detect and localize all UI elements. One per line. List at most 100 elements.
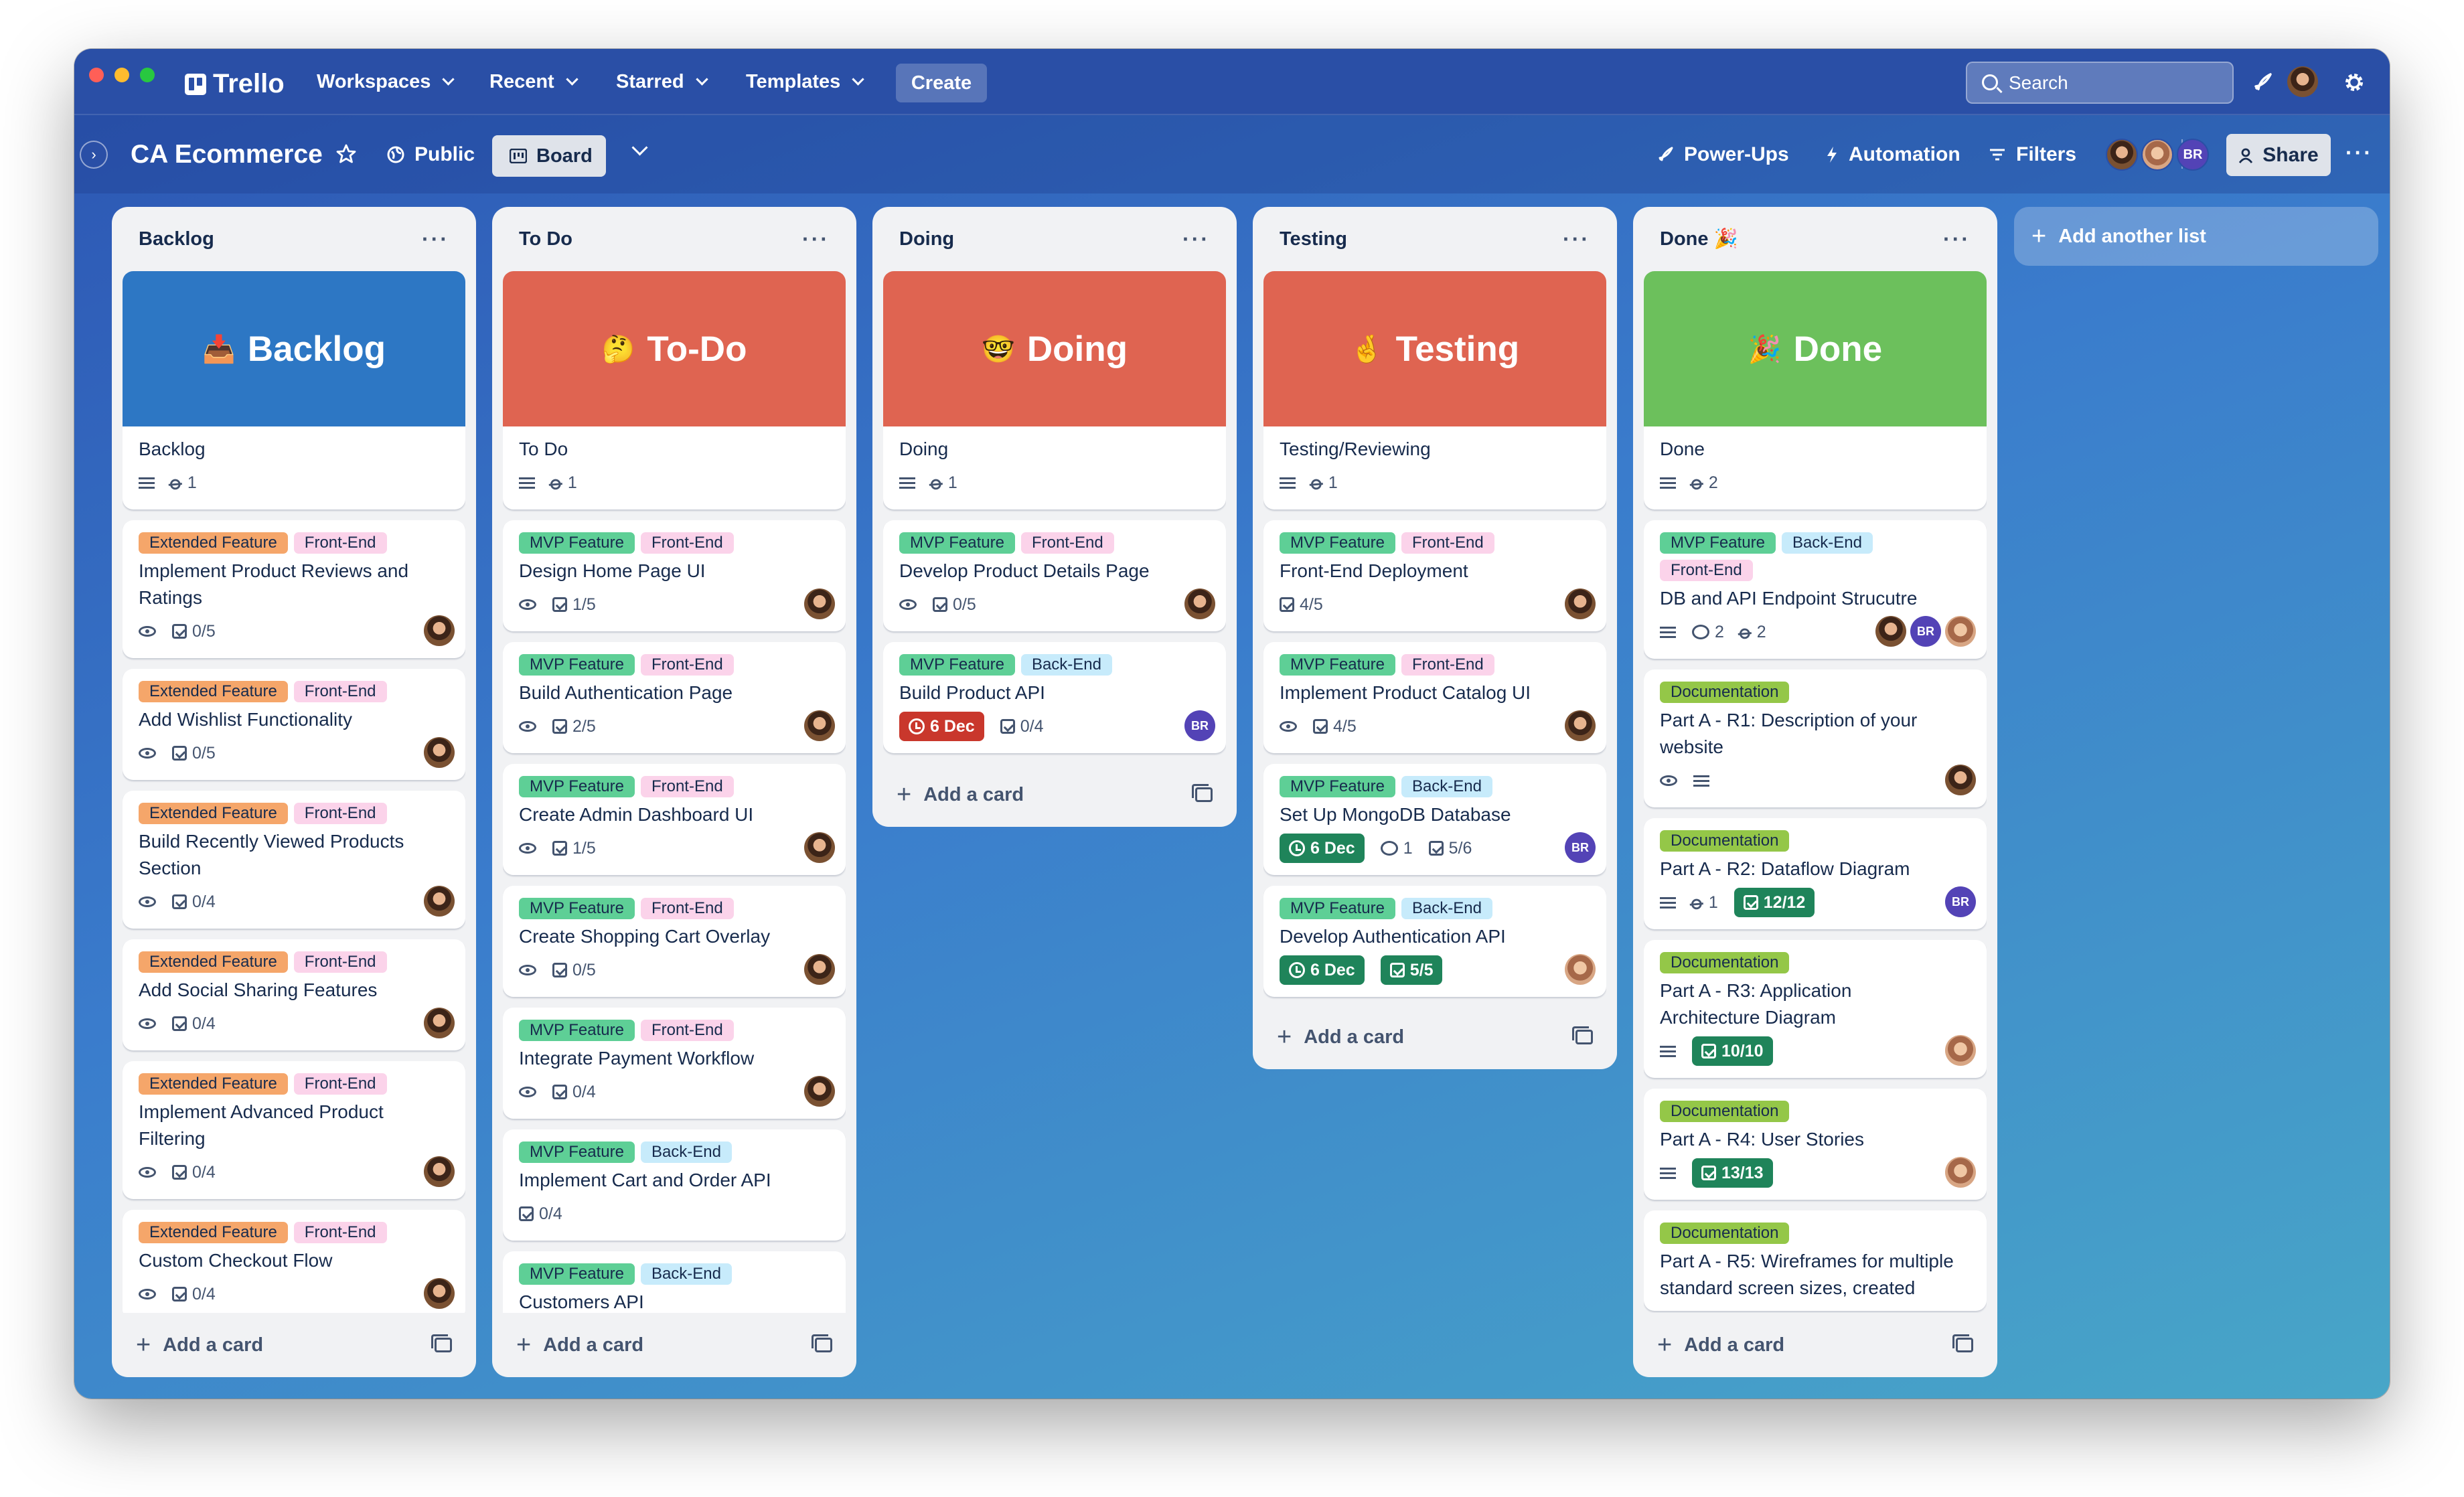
card-label[interactable]: Front-End [293,532,387,554]
card-label[interactable]: Extended Feature [139,1222,288,1243]
member-avatar[interactable] [1945,1157,1976,1188]
list-menu-button[interactable]: ··· [1182,227,1210,252]
share-button[interactable]: Share [2226,134,2331,176]
card-label[interactable]: MVP Feature [899,532,1015,554]
sidebar-toggle[interactable]: › [80,141,108,169]
card-label[interactable]: Front-End [640,654,734,676]
search-input[interactable]: Search [1966,62,2234,104]
create-button[interactable]: Create [896,64,987,102]
card[interactable]: MVP Feature Front-End Design Home Page UI 1… [503,520,846,631]
member-avatar[interactable] [804,954,835,985]
card[interactable]: MVP Feature Front-End Create Shopping Cart… [503,886,846,997]
card-label[interactable]: Documentation [1660,1101,1790,1122]
template-icon[interactable] [812,1334,832,1352]
board-view-button[interactable]: Board [492,135,606,177]
starred-menu[interactable]: Starred [616,49,708,115]
card[interactable]: MVP Feature Front-End Create Admin Dashboa… [503,764,846,875]
card[interactable]: Extended Feature Front-End Add Wishlist Fu… [123,669,465,780]
card-label[interactable]: MVP Feature [519,1020,635,1041]
due-date-badge[interactable]: 6 Dec [899,712,984,741]
add-card-button[interactable]: + Add a card [516,1332,643,1358]
card-label[interactable]: MVP Feature [519,898,635,919]
card[interactable]: MVP Feature Back-End Set Up MongoDB Databa… [1263,764,1606,875]
automation-button[interactable]: Automation [1825,115,1960,193]
member-avatar[interactable] [1945,616,1976,647]
card-label[interactable]: Documentation [1660,830,1790,852]
member-avatar[interactable]: BR [1184,710,1215,741]
card[interactable]: MVP Feature Back-End Implement Cart and Or… [503,1129,846,1241]
card-label[interactable]: Extended Feature [139,803,288,824]
due-date-badge[interactable]: 6 Dec [1280,834,1365,863]
card[interactable]: 🤞 Testing Testing/Reviewing ⌀ 1 [1263,271,1606,509]
member-avatar[interactable] [804,710,835,741]
list-title[interactable]: Doing [899,228,954,250]
add-card-button[interactable]: + Add a card [1657,1332,1784,1358]
card[interactable]: 🎉 Done Done ⌀ 2 [1644,271,1987,509]
card-label[interactable]: Front-End [1401,532,1494,554]
card-label[interactable]: Front-End [293,1073,387,1095]
list-title[interactable]: To Do [519,228,572,250]
chevron-down-icon[interactable] [631,139,648,156]
card-label[interactable]: Front-End [640,1020,734,1041]
member-avatar[interactable] [804,588,835,619]
card-label[interactable]: Front-End [293,1222,387,1243]
card-label[interactable]: Front-End [1660,560,1753,581]
card-label[interactable]: MVP Feature [519,1141,635,1163]
card[interactable]: Extended Feature Front-End Build Recently … [123,791,465,929]
list-menu-button[interactable]: ··· [422,227,449,252]
card-label[interactable]: Documentation [1660,1223,1790,1244]
star-icon[interactable] [335,143,357,165]
card-label[interactable]: Back-End [1401,898,1493,919]
card-label[interactable]: Front-End [1020,532,1114,554]
list-title[interactable]: Done 🎉 [1660,228,1738,250]
card-label[interactable]: MVP Feature [519,654,635,676]
recent-menu[interactable]: Recent [489,49,579,115]
member-avatar[interactable] [1945,765,1976,795]
card-label[interactable]: Back-End [1781,532,1873,554]
user-avatar[interactable] [2287,66,2318,97]
list-menu-button[interactable]: ··· [1563,227,1590,252]
card-label[interactable]: MVP Feature [1280,898,1395,919]
filters-button[interactable]: Filters [1988,115,2076,193]
card[interactable]: 🤓 Doing Doing ⌀ 1 [883,271,1226,509]
card[interactable]: Documentation Part A - R5: Wireframes for… [1644,1210,1987,1311]
card-label[interactable]: Extended Feature [139,951,288,973]
board-title[interactable]: CA Ecommerce [131,115,323,193]
member-avatar[interactable] [804,832,835,863]
card[interactable]: MVP Feature Front-End Front-End Deployment… [1263,520,1606,631]
card[interactable]: Documentation Part A - R2: Dataflow Diagr… [1644,818,1987,929]
template-icon[interactable] [1572,1026,1593,1044]
member-avatar[interactable]: BR [1910,616,1941,647]
add-card-button[interactable]: + Add a card [1277,1024,1404,1050]
member-avatar[interactable] [424,1278,455,1309]
minimize-window-button[interactable] [114,68,129,82]
templates-menu[interactable]: Templates [746,49,864,115]
member-avatar[interactable] [424,1156,455,1187]
member-avatar[interactable]: BR [1945,886,1976,917]
card[interactable]: Extended Feature Front-End Implement Produ… [123,520,465,658]
card-label[interactable]: Extended Feature [139,1073,288,1095]
template-icon[interactable] [1192,784,1213,802]
rocket-icon[interactable] [2250,70,2275,94]
member-avatar[interactable] [1565,710,1596,741]
card-label[interactable]: MVP Feature [519,1263,635,1285]
member-avatar[interactable] [804,1076,835,1107]
card-label[interactable]: MVP Feature [1280,532,1395,554]
card[interactable]: Documentation Part A - R3: Application Arc… [1644,940,1987,1078]
template-icon[interactable] [431,1334,452,1352]
card[interactable]: MVP Feature Back-End Develop Authenticatio… [1263,886,1606,997]
member-avatar[interactable] [424,615,455,646]
card-label[interactable]: Front-End [293,803,387,824]
member-avatar[interactable] [1565,588,1596,619]
card-label[interactable]: MVP Feature [1660,532,1776,554]
card[interactable]: Extended Feature Front-End Custom Checkout… [123,1210,465,1313]
card-label[interactable]: Documentation [1660,682,1790,703]
member-avatar[interactable] [1184,588,1215,619]
member-avatar[interactable]: BR [2177,139,2209,171]
list-title[interactable]: Testing [1280,228,1347,250]
card-label[interactable]: MVP Feature [1280,654,1395,676]
due-date-badge[interactable]: 6 Dec [1280,955,1365,985]
card[interactable]: MVP Feature Front-End Implement Product Ca… [1263,642,1606,753]
card[interactable]: Extended Feature Front-End Add Social Shar… [123,939,465,1050]
card[interactable]: Extended Feature Front-End Implement Advan… [123,1061,465,1199]
